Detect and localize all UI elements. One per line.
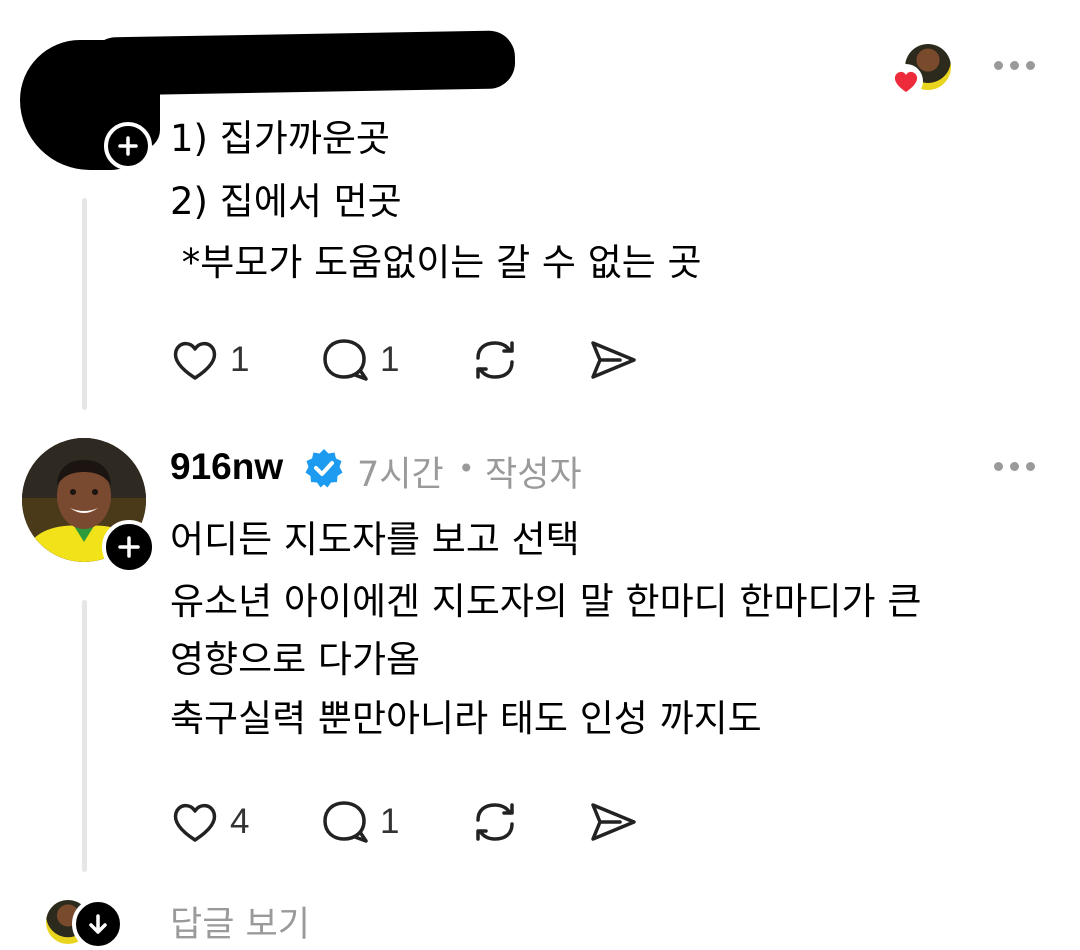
verified-badge-icon [305,449,343,488]
send-icon [591,803,636,841]
repost-button[interactable] [470,336,520,384]
reply-count: 1 [380,802,400,841]
post-text-line: 1) 집가까운곳 [170,117,390,160]
view-replies-link[interactable]: 답글 보기 [170,896,310,947]
follow-button[interactable] [102,520,156,574]
repost-button[interactable] [470,798,520,846]
follow-button[interactable] [104,122,152,170]
more-options-icon[interactable] [994,61,1035,70]
author-label: 작성자 [485,455,582,495]
arrow-down-icon [89,914,107,934]
more-options-icon[interactable] [994,462,1035,471]
post-text-line: 2) 집에서 먼곳 [170,180,402,223]
share-button[interactable] [588,336,638,384]
thread-line [82,198,87,410]
send-icon [591,341,636,379]
comment-icon [323,801,368,843]
post-text-line: 축구실력 뿐만아니라 태도 인성 까지도 [170,697,762,740]
post-text-line: 유소년 아이에겐 지도자의 말 한마디 한마디가 큰 [170,580,922,623]
share-button[interactable] [588,798,638,846]
expand-replies-badge[interactable] [72,898,124,950]
comment-icon [323,339,368,381]
like-count: 4 [230,802,250,841]
thread-line [82,600,87,872]
reply-count: 1 [380,340,400,379]
like-button[interactable]: 1 [170,336,249,384]
heart-icon [173,803,217,842]
post-text-line: *부모가 도움없이는 갈 수 없는 곳 [170,241,702,284]
meta-separator: • [458,452,475,485]
post-text-line: 영향으로 다가옴 [170,638,421,681]
post-time: 7시간 [357,455,444,495]
repost-icon [476,803,514,841]
like-count: 1 [230,340,250,379]
author-username[interactable]: 916nw [170,446,283,488]
reply-button[interactable]: 1 [320,798,399,846]
like-button[interactable]: 4 [170,798,249,846]
heart-icon [173,341,217,380]
heart-badge-icon [889,64,923,98]
reply-button[interactable]: 1 [320,336,399,384]
repost-icon [476,341,514,379]
post-text-line: 어디든 지도자를 보고 선택 [170,518,580,561]
